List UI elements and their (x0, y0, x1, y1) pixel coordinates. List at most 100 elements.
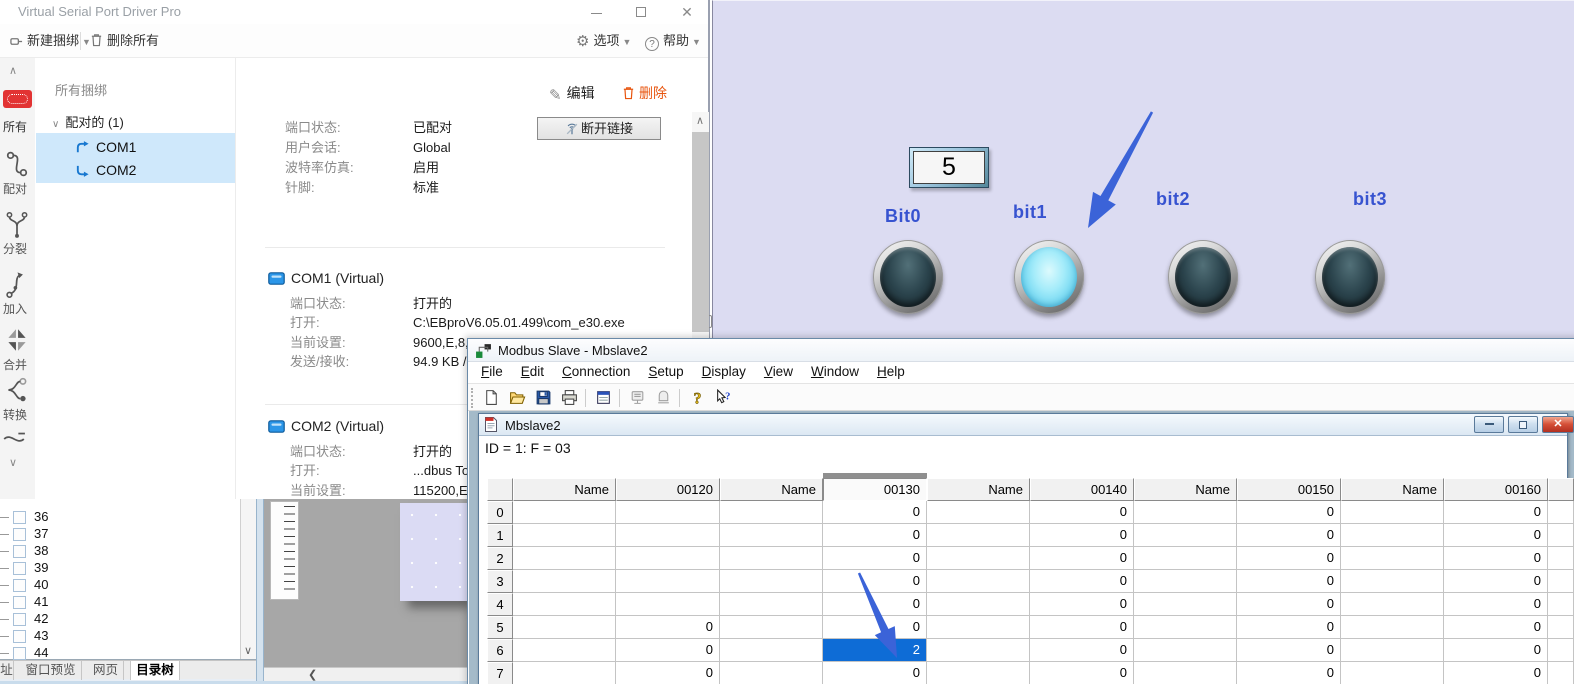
row-header[interactable]: 5 (487, 616, 513, 639)
help-button[interactable]: ?帮助▼ (645, 30, 701, 52)
tree-item-checkbox[interactable] (13, 528, 26, 541)
corner-header[interactable] (487, 478, 513, 501)
row-header[interactable]: 7 (487, 662, 513, 684)
new-bundle-button[interactable]: 新建捆绑▼ (10, 30, 91, 52)
cell[interactable] (1548, 524, 1574, 547)
column-header-00140[interactable]: 00140 (1030, 478, 1134, 501)
chevron-left-icon[interactable]: ❮ (308, 668, 317, 682)
cell[interactable] (927, 593, 1030, 616)
cell[interactable]: 0 (1030, 570, 1134, 593)
cell[interactable] (513, 593, 616, 616)
cell[interactable] (513, 639, 616, 662)
cell[interactable]: 0 (1444, 547, 1548, 570)
cell[interactable]: 0 (616, 639, 720, 662)
cell[interactable] (1548, 547, 1574, 570)
tree-item-checkbox[interactable] (13, 562, 26, 575)
menu-file[interactable]: File (472, 362, 512, 381)
cell[interactable]: 0 (1237, 501, 1341, 524)
row-header[interactable]: 6 (487, 639, 513, 662)
hmi-indicator-bit3[interactable] (1315, 240, 1385, 314)
cell[interactable] (1548, 616, 1574, 639)
column-header-00150[interactable]: 00150 (1237, 478, 1341, 501)
paired-group[interactable]: ∨配对的 (1) (52, 112, 124, 131)
cell[interactable]: 0 (616, 662, 720, 684)
tree-item-checkbox[interactable] (13, 647, 26, 660)
menu-view[interactable]: View (755, 362, 802, 381)
row-header[interactable]: 2 (487, 547, 513, 570)
tree-item-com2[interactable]: COM2 (75, 160, 136, 182)
cell[interactable]: 0 (1030, 593, 1134, 616)
hmi-indicator-bit1[interactable] (1014, 240, 1084, 314)
cell[interactable] (927, 570, 1030, 593)
menu-setup[interactable]: Setup (639, 362, 692, 381)
poll-definition-icon[interactable] (626, 387, 650, 409)
tree-item-41[interactable]: 41 (0, 594, 230, 611)
cell[interactable] (1134, 501, 1237, 524)
cell[interactable]: 0 (1237, 524, 1341, 547)
column-header-Name[interactable]: Name (927, 478, 1030, 501)
chevron-down-icon[interactable]: ∨ (244, 644, 252, 657)
cell[interactable]: 0 (1237, 662, 1341, 684)
cell[interactable]: 0 (1030, 662, 1134, 684)
cell[interactable]: 0 (1444, 570, 1548, 593)
cell[interactable] (513, 616, 616, 639)
cell[interactable]: 0 (616, 616, 720, 639)
help-icon[interactable]: ? (686, 387, 710, 409)
cell[interactable] (1134, 639, 1237, 662)
cell[interactable] (616, 570, 720, 593)
tree-item-checkbox[interactable] (13, 630, 26, 643)
cell[interactable] (1548, 570, 1574, 593)
cell[interactable] (720, 662, 823, 684)
cell[interactable]: 0 (1444, 501, 1548, 524)
cell[interactable] (1341, 662, 1444, 684)
cell[interactable] (513, 524, 616, 547)
cell[interactable]: 0 (1444, 616, 1548, 639)
tree-item-checkbox[interactable] (13, 613, 26, 626)
cell[interactable] (1341, 501, 1444, 524)
cell[interactable]: 0 (1237, 547, 1341, 570)
cell[interactable] (616, 501, 720, 524)
menu-edit[interactable]: Edit (512, 362, 553, 381)
cell[interactable] (616, 547, 720, 570)
column-header-Name[interactable]: Name (513, 478, 616, 501)
cell[interactable] (513, 662, 616, 684)
cell[interactable]: 0 (823, 524, 927, 547)
cell[interactable] (1341, 593, 1444, 616)
cell[interactable]: 0 (1444, 593, 1548, 616)
cell[interactable]: 0 (1237, 570, 1341, 593)
tree-item-40[interactable]: 40 (0, 577, 230, 594)
cell[interactable]: 0 (823, 501, 927, 524)
menu-help[interactable]: Help (868, 362, 914, 381)
child-title-bar[interactable]: Mbslave2 ✕ (479, 414, 1567, 436)
toolbar-grip[interactable] (471, 388, 474, 408)
display-setup-icon[interactable] (592, 387, 616, 409)
column-header-00130[interactable]: 00130 (823, 478, 927, 501)
cell[interactable] (1548, 593, 1574, 616)
close-button[interactable]: ✕ (676, 2, 698, 22)
cell[interactable] (1134, 616, 1237, 639)
cell[interactable] (1341, 570, 1444, 593)
cell[interactable]: 0 (1030, 524, 1134, 547)
child-minimize-button[interactable] (1474, 416, 1504, 433)
row-header[interactable]: 3 (487, 570, 513, 593)
panel-splitter[interactable] (256, 497, 264, 684)
tree-item-checkbox[interactable] (13, 579, 26, 592)
column-header-00120[interactable]: 00120 (616, 478, 720, 501)
cell[interactable] (927, 547, 1030, 570)
cell[interactable] (1341, 547, 1444, 570)
cell[interactable]: 0 (823, 593, 927, 616)
cell[interactable] (1548, 662, 1574, 684)
cell[interactable]: 0 (1444, 524, 1548, 547)
child-restore-button[interactable] (1508, 416, 1538, 433)
child-close-button[interactable]: ✕ (1542, 416, 1574, 433)
tab-目录树[interactable]: 目录树 (130, 661, 180, 680)
cell[interactable]: 0 (1237, 616, 1341, 639)
column-header-Name[interactable]: Name (720, 478, 823, 501)
cell[interactable]: 0 (1444, 662, 1548, 684)
cell[interactable] (927, 524, 1030, 547)
column-header-Name[interactable]: Name (1341, 478, 1444, 501)
cell[interactable] (720, 593, 823, 616)
options-button[interactable]: ⚙选项▼ (576, 30, 631, 52)
context-help-icon[interactable]: ? (712, 387, 736, 409)
cell[interactable]: 0 (1030, 501, 1134, 524)
